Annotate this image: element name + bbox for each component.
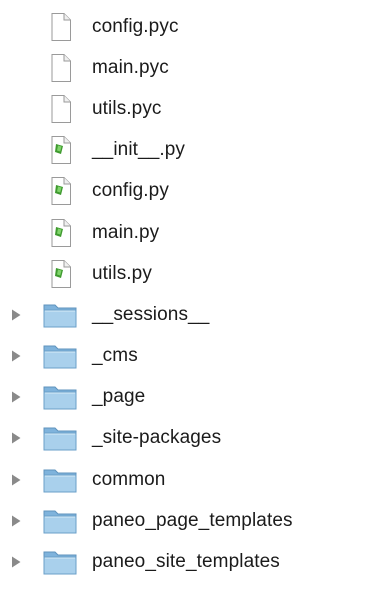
file-name: utils.pyc xyxy=(92,97,162,119)
folder-row[interactable]: common xyxy=(0,459,368,500)
folder-row[interactable]: paneo_page_templates xyxy=(0,500,368,541)
folder-name: _site-packages xyxy=(92,427,222,449)
python-script-icon xyxy=(49,218,73,248)
file-row[interactable]: config.pyc xyxy=(0,6,368,47)
document-icon xyxy=(49,53,73,83)
file-row[interactable]: config.py xyxy=(0,171,368,212)
folder-row[interactable]: __sessions__ xyxy=(0,294,368,335)
python-script-icon xyxy=(49,259,73,289)
document-icon xyxy=(49,12,73,42)
folder-row[interactable]: _page xyxy=(0,377,368,418)
folder-row[interactable]: _cms xyxy=(0,336,368,377)
disclosure-triangle-icon[interactable] xyxy=(10,431,22,445)
document-icon xyxy=(49,94,73,124)
python-script-icon xyxy=(49,176,73,206)
file-row[interactable]: utils.py xyxy=(0,253,368,294)
folder-icon xyxy=(42,507,78,535)
python-script-icon xyxy=(49,135,73,165)
file-row[interactable]: main.pyc xyxy=(0,47,368,88)
disclosure-triangle-icon[interactable] xyxy=(10,514,22,528)
folder-icon xyxy=(42,548,78,576)
file-name: utils.py xyxy=(92,262,152,284)
folder-name: __sessions__ xyxy=(92,303,210,325)
file-name: __init__.py xyxy=(92,139,186,161)
folder-icon xyxy=(42,301,78,329)
folder-name: paneo_site_templates xyxy=(92,551,280,573)
folder-icon xyxy=(42,424,78,452)
folder-icon xyxy=(42,342,78,370)
file-name: main.pyc xyxy=(92,56,169,78)
file-name: config.py xyxy=(92,180,169,202)
file-row[interactable]: main.py xyxy=(0,212,368,253)
folder-icon xyxy=(42,383,78,411)
file-row[interactable]: utils.pyc xyxy=(0,88,368,129)
folder-name: common xyxy=(92,468,166,490)
file-name: main.py xyxy=(92,221,160,243)
disclosure-triangle-icon[interactable] xyxy=(10,308,22,322)
folder-icon xyxy=(42,466,78,494)
folder-name: _cms xyxy=(92,345,138,367)
disclosure-triangle-icon[interactable] xyxy=(10,473,22,487)
folder-name: _page xyxy=(92,386,146,408)
file-name: config.pyc xyxy=(92,15,179,37)
file-tree: config.pyc main.pyc utils.pyc __init__.p… xyxy=(0,0,368,590)
disclosure-triangle-icon[interactable] xyxy=(10,390,22,404)
file-row[interactable]: __init__.py xyxy=(0,130,368,171)
disclosure-triangle-icon[interactable] xyxy=(10,555,22,569)
folder-row[interactable]: paneo_site_templates xyxy=(0,541,368,582)
disclosure-triangle-icon[interactable] xyxy=(10,349,22,363)
folder-row[interactable]: _site-packages xyxy=(0,418,368,459)
folder-name: paneo_page_templates xyxy=(92,509,293,531)
